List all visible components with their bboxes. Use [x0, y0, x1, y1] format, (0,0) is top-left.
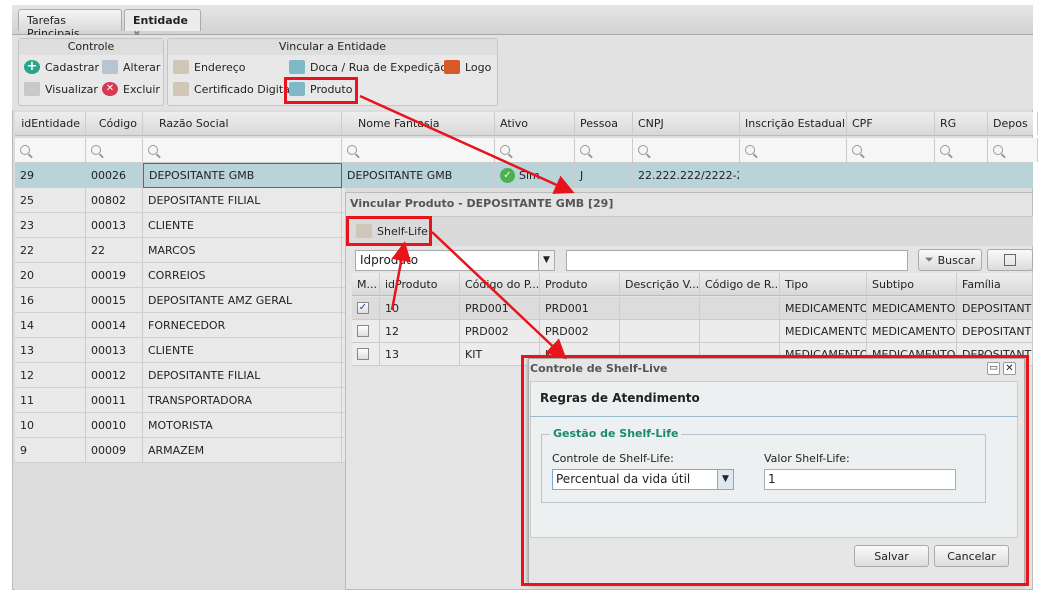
- annotation-arrows: [359, 94, 575, 360]
- arrow-2: [431, 231, 567, 360]
- arrow-3: [390, 241, 412, 311]
- arrow-1: [359, 94, 575, 194]
